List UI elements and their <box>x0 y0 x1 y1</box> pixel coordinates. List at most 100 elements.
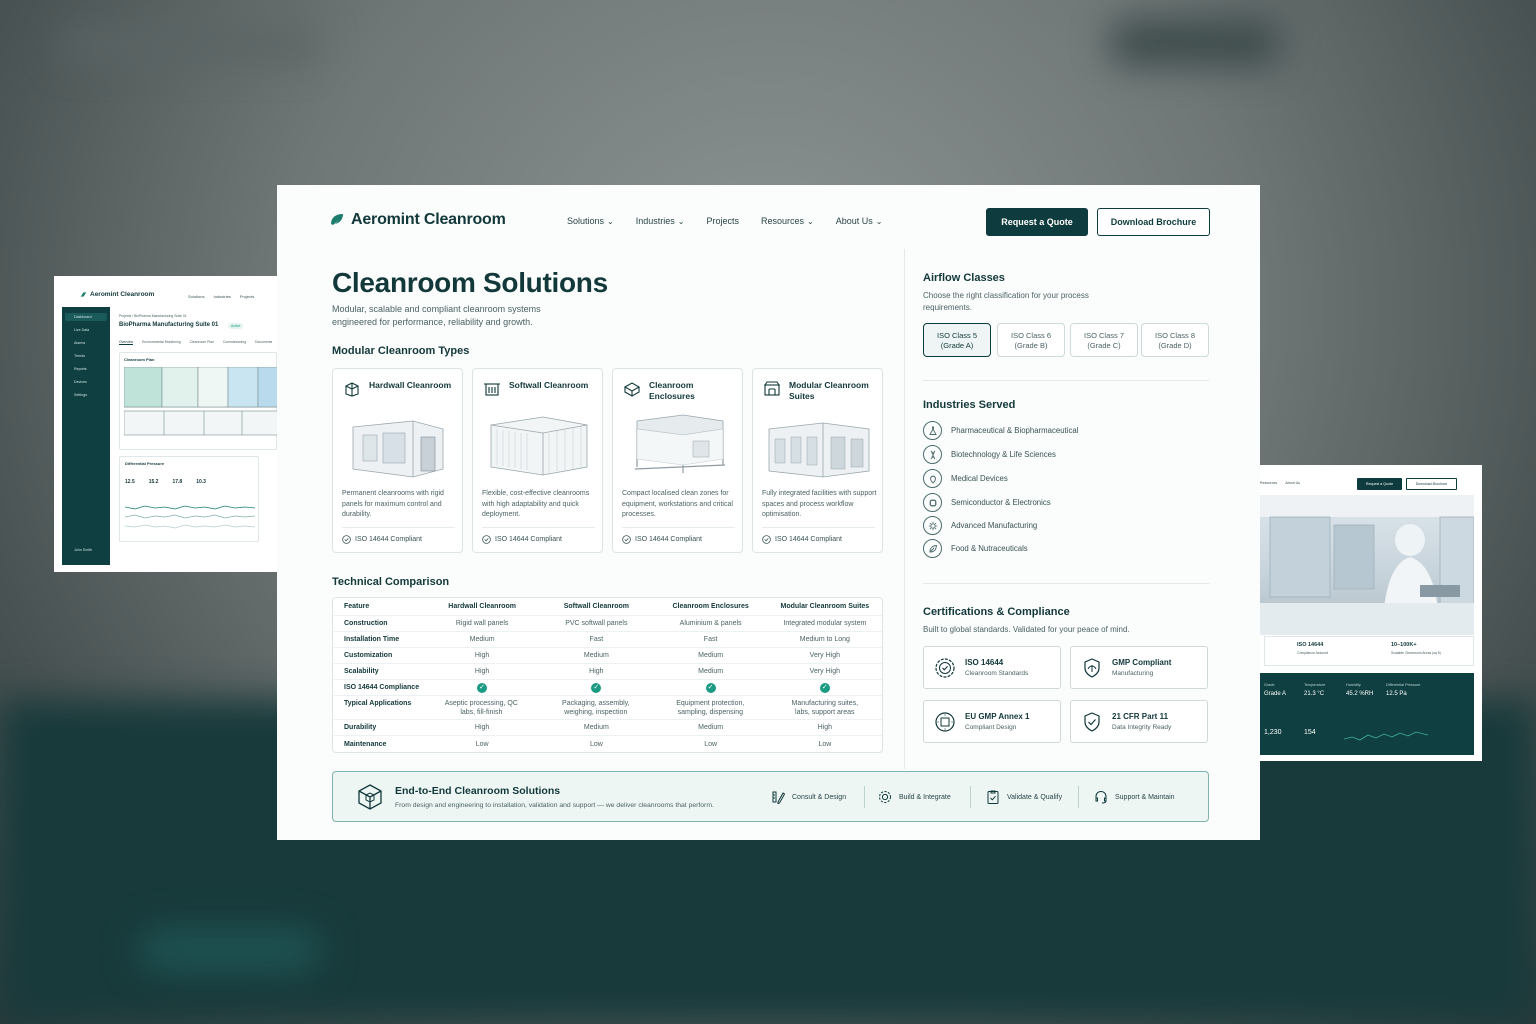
table-cell: Low <box>704 740 718 748</box>
table-header: Hardwall Cleanroom <box>448 603 516 610</box>
cert-name: ISO 14644 <box>965 658 1004 667</box>
metric-label: Temperature <box>1304 683 1326 687</box>
table-cell: Scalability <box>344 668 379 675</box>
tab[interactable]: Commissioning <box>223 340 246 345</box>
main-page: Aeromint Cleanroom Solutions ⌄ Industries… <box>277 185 1260 840</box>
right-quote-button[interactable]: Request a Quote <box>1357 478 1402 490</box>
industry-label: Food & Nutraceuticals <box>951 544 1028 553</box>
card-cert: ISO 14644 Compliant <box>342 535 422 544</box>
tab-overview[interactable]: Overview <box>119 340 134 345</box>
sidebar-item[interactable]: Trends <box>74 354 85 358</box>
card-divider <box>482 527 595 528</box>
step-validate[interactable]: Validate & Qualify <box>985 789 1062 805</box>
tab[interactable]: Cleanroom Plan <box>190 340 214 345</box>
iso-badge-icon <box>935 658 955 678</box>
left-nav-item[interactable]: Solutions <box>188 294 204 299</box>
table-cell: ISO 14644 Compliance <box>344 684 420 691</box>
nav-projects[interactable]: Projects <box>706 216 739 226</box>
class-name: ISO Class 8 <box>1154 331 1195 340</box>
airflow-class-iso6[interactable]: ISO Class 6 (Grade B) <box>997 323 1065 357</box>
step-support[interactable]: Support & Maintain <box>1093 789 1175 805</box>
metric-value: 21.3 °C <box>1304 691 1325 697</box>
card-title: Cleanroom Enclosures <box>649 380 695 401</box>
cleanroom-plan-card: Cleanroom Plan <box>119 352 277 450</box>
request-quote-button[interactable]: Request a Quote <box>986 208 1088 236</box>
tab[interactable]: Environmental Monitoring <box>142 340 180 345</box>
sidebar-item[interactable]: Settings <box>74 393 87 397</box>
table-cell: Medium <box>698 724 724 731</box>
metric-label: Differential Pressure <box>1386 683 1421 687</box>
project-title: BioPharma Manufacturing Suite 01 <box>119 322 219 328</box>
tab[interactable]: Documents <box>255 340 272 345</box>
right-nav-item[interactable]: Resources <box>1260 481 1277 485</box>
table-header: Feature <box>344 603 370 610</box>
table-cell: ✓ <box>539 682 653 693</box>
step-separator <box>864 786 865 808</box>
sidebar-item[interactable]: Reports <box>74 367 87 371</box>
card-softwall[interactable]: Softwall Cleanroom Flexible, cost-effect… <box>472 368 603 553</box>
card-title: Softwall Cleanroom <box>509 380 589 390</box>
airflow-class-iso7[interactable]: ISO Class 7 (Grade C) <box>1070 323 1138 357</box>
industry-item: Advanced Manufacturing <box>923 516 1037 535</box>
card-suites[interactable]: Modular Cleanroom Suites Fully integrate… <box>752 368 883 553</box>
class-grade: (Grade D) <box>1158 341 1192 350</box>
table-row: Scalability High High Medium Very High <box>333 664 882 680</box>
nav-resources[interactable]: Resources ⌄ <box>761 216 814 226</box>
card-enclosures[interactable]: Cleanroom Enclosures Compact localised c… <box>612 368 743 553</box>
sidebar-item-dashboard[interactable]: Dashboard <box>65 313 107 321</box>
check-circle-icon <box>622 535 631 544</box>
section-divider <box>923 583 1209 584</box>
industry-item: Semiconductor & Electronics <box>923 493 1051 512</box>
certs-title: Certifications & Compliance <box>923 606 1070 618</box>
step-label: Validate & Qualify <box>1007 793 1063 801</box>
nav-industries[interactable]: Industries ⌄ <box>636 216 685 226</box>
end-to-end-banner: End-to-End Cleanroom Solutions From desi… <box>332 771 1209 822</box>
nav-about[interactable]: About Us ⌄ <box>836 216 883 226</box>
sidebar-item[interactable]: Live Data <box>74 328 89 332</box>
main-menu: Solutions ⌄ Industries ⌄ Projects Resource… <box>567 216 882 226</box>
pressure-value: 12.5 <box>125 479 135 485</box>
cert-21cfr[interactable]: 21 CFR Part 11 Data Integrity Ready <box>1070 700 1208 743</box>
gear-icon <box>923 516 942 535</box>
suite-illustration <box>768 422 870 478</box>
table-cell: High <box>474 668 490 675</box>
sidebar-item[interactable]: Devices <box>74 380 87 384</box>
brand-logo[interactable]: Aeromint Cleanroom <box>329 211 506 229</box>
table-cell: Low <box>589 740 603 748</box>
chip-icon <box>923 493 942 512</box>
comparison-table: Feature Hardwall Cleanroom Softwall Clea… <box>332 597 883 753</box>
chevron-down-icon: ⌄ <box>807 217 814 226</box>
left-nav-item[interactable]: Projects <box>240 294 254 299</box>
airflow-class-iso5[interactable]: ISO Class 5 (Grade A) <box>923 323 991 357</box>
check-icon: ✓ <box>591 682 602 693</box>
step-build[interactable]: Build & Integrate <box>877 789 951 805</box>
nav-solutions[interactable]: Solutions ⌄ <box>567 216 614 226</box>
airflow-class-iso8[interactable]: ISO Class 8 (Grade D) <box>1141 323 1209 357</box>
sparkline <box>1344 731 1428 741</box>
eu-badge-icon <box>935 712 955 732</box>
step-label: Consult & Design <box>792 793 847 801</box>
table-cell: Low <box>818 740 832 748</box>
sidebar-item[interactable]: Alarms <box>74 341 85 345</box>
card-hardwall[interactable]: Hardwall Cleanroom Permanent cleanrooms … <box>332 368 463 553</box>
page-title: Cleanroom Solutions <box>332 267 608 298</box>
cert-iso14644[interactable]: ISO 14644 Cleanroom Standards <box>923 646 1061 689</box>
class-grade: (Grade A) <box>940 341 974 350</box>
right-nav: Resources About Us <box>1260 481 1300 485</box>
table-row: Durability High Medium Medium High <box>333 720 882 736</box>
cert-eu-gmp[interactable]: EU GMP Annex 1 Compliant Design <box>923 700 1061 743</box>
right-nav-item[interactable]: About Us <box>1285 481 1300 485</box>
left-nav-item[interactable]: Industries <box>213 294 230 299</box>
right-brochure-button[interactable]: Download Brochure <box>1406 478 1457 490</box>
check-circle-icon <box>762 535 771 544</box>
chevron-down-icon: ⌄ <box>607 217 614 226</box>
check-circle-icon <box>482 535 491 544</box>
table-cell: Medium to Long <box>799 636 850 643</box>
user-name[interactable]: John Smith <box>74 548 92 552</box>
step-consult[interactable]: Consult & Design <box>770 789 846 805</box>
industry-label: Pharmaceutical & Biopharmaceutical <box>951 426 1079 435</box>
airflow-subtitle: Choose the right classification for your… <box>923 291 1089 312</box>
cert-desc: Manufacturing <box>1112 670 1154 677</box>
cert-gmp[interactable]: GMP Compliant Manufacturing <box>1070 646 1208 689</box>
download-brochure-button[interactable]: Download Brochure <box>1097 208 1210 236</box>
